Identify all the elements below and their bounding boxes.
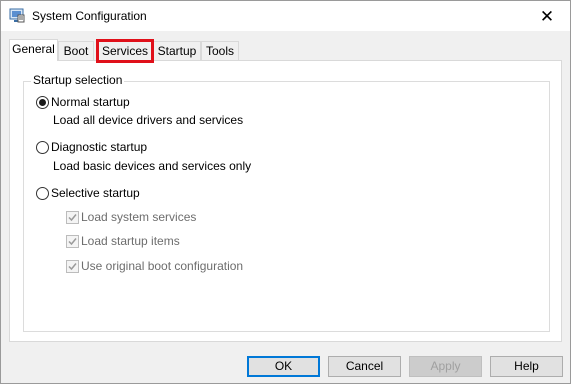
tab-services[interactable]: Services — [96, 39, 154, 63]
cancel-button[interactable]: Cancel — [328, 356, 401, 377]
close-icon: ✕ — [539, 6, 555, 26]
normal-startup-radio[interactable] — [36, 96, 49, 109]
tab-startup[interactable]: Startup — [153, 41, 201, 61]
selective-startup-label[interactable]: Selective startup — [51, 186, 140, 201]
load-startup-items-checkbox[interactable] — [66, 235, 79, 248]
load-system-services-checkbox[interactable] — [66, 211, 79, 224]
tab-general[interactable]: General — [9, 39, 58, 61]
diagnostic-startup-radio[interactable] — [36, 141, 49, 154]
use-original-boot-configuration-checkbox[interactable] — [66, 260, 79, 273]
ok-button[interactable]: OK — [247, 356, 320, 377]
diagnostic-startup-description: Load basic devices and services only — [53, 159, 252, 173]
normal-startup-label[interactable]: Normal startup — [51, 95, 130, 110]
tab-tools[interactable]: Tools — [201, 41, 239, 61]
system-config-icon — [9, 8, 25, 24]
checkmark-icon — [68, 263, 77, 271]
close-button[interactable]: ✕ — [524, 1, 570, 31]
title-bar: System Configuration ✕ — [1, 1, 570, 31]
tab-boot[interactable]: Boot — [58, 41, 94, 61]
startup-selection-title: Startup selection — [31, 73, 125, 88]
checkmark-icon — [68, 214, 77, 222]
radio-selected-dot — [39, 99, 46, 106]
diagnostic-startup-label[interactable]: Diagnostic startup — [51, 140, 147, 155]
checkmark-icon — [68, 238, 77, 246]
load-system-services-label: Load system services — [81, 210, 197, 224]
general-tab-panel: Startup selection Normal startup Load al… — [9, 60, 562, 342]
normal-startup-description: Load all device drivers and services — [53, 113, 244, 127]
use-original-boot-configuration-label: Use original boot configuration — [81, 259, 244, 273]
load-startup-items-label: Load startup items — [81, 234, 180, 248]
window-title: System Configuration — [32, 9, 147, 23]
system-configuration-window: System Configuration ✕ General Boot Serv… — [0, 0, 571, 384]
help-button[interactable]: Help — [490, 356, 563, 377]
apply-button[interactable]: Apply — [409, 356, 482, 377]
selective-startup-radio[interactable] — [36, 187, 49, 200]
